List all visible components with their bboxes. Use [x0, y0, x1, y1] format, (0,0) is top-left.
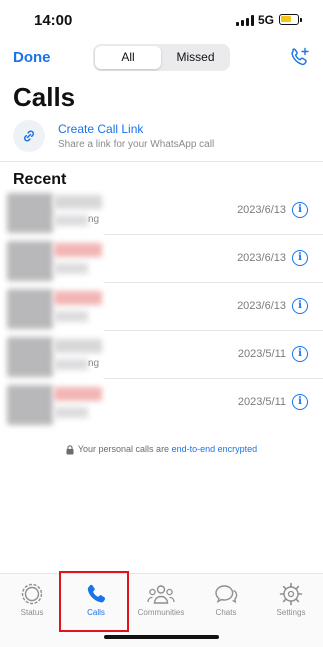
status-icon	[21, 583, 43, 605]
info-icon[interactable]: i	[292, 346, 308, 362]
call-date: 2023/6/13	[237, 204, 286, 216]
avatar	[7, 289, 53, 329]
info-icon[interactable]: i	[292, 202, 308, 218]
phone-icon	[87, 584, 106, 603]
tab-calls-label: Calls	[87, 608, 105, 617]
call-type-label: ng	[88, 214, 100, 225]
status-time: 14:00	[34, 12, 73, 29]
call-row[interactable]: 2023/6/13 i	[0, 283, 323, 331]
tab-status[interactable]: Status	[6, 582, 58, 617]
info-icon[interactable]: i	[292, 394, 308, 410]
call-row[interactable]: ng 2023/5/11 i	[0, 331, 323, 379]
encryption-note-text: Your personal calls are	[77, 444, 172, 454]
call-date: 2023/6/13	[237, 252, 286, 264]
lock-icon	[66, 444, 74, 455]
done-button[interactable]: Done	[13, 49, 51, 66]
avatar	[7, 385, 53, 425]
avatar	[7, 241, 53, 281]
divider	[0, 161, 323, 162]
encryption-note: Your personal calls are end-to-end encry…	[0, 444, 323, 455]
contact-name-redacted	[54, 291, 102, 305]
network-label: 5G	[258, 13, 275, 27]
tab-calls[interactable]: Calls	[70, 582, 122, 617]
gear-icon	[279, 582, 303, 606]
home-indicator	[104, 635, 219, 639]
call-type-label: ng	[88, 358, 100, 369]
signal-icon	[236, 15, 254, 26]
call-row[interactable]: 2023/5/11 i	[0, 379, 323, 427]
tab-settings[interactable]: Settings	[265, 582, 317, 617]
tab-all[interactable]: All	[95, 46, 161, 69]
call-filter-segmented-control: All Missed	[93, 44, 230, 71]
communities-icon	[147, 585, 175, 604]
link-icon	[13, 120, 45, 152]
avatar	[7, 337, 53, 377]
call-date: 2023/5/11	[237, 348, 286, 360]
avatar	[7, 193, 53, 233]
tab-status-label: Status	[20, 608, 44, 617]
call-row[interactable]: 2023/6/13 i	[0, 235, 323, 283]
create-call-link-subtitle: Share a link for your WhatsApp call	[58, 139, 215, 150]
contact-name-redacted	[54, 195, 102, 209]
tab-communities[interactable]: Communities	[135, 582, 187, 617]
create-call-link-row[interactable]: Create Call Link Share a link for your W…	[0, 116, 323, 160]
create-call-link-title: Create Call Link	[58, 122, 144, 136]
encryption-link[interactable]: end-to-end encrypted	[172, 444, 258, 454]
contact-name-redacted	[54, 387, 102, 401]
status-bar: 14:00 5G	[0, 0, 323, 40]
battery-icon	[279, 14, 302, 25]
call-row[interactable]: ng 2023/6/13 i	[0, 187, 323, 235]
tab-chats[interactable]: Chats	[200, 582, 252, 617]
contact-name-redacted	[54, 339, 102, 353]
info-icon[interactable]: i	[292, 250, 308, 266]
tab-settings-label: Settings	[276, 608, 306, 617]
info-icon[interactable]: i	[292, 298, 308, 314]
phone-plus-icon[interactable]	[288, 46, 312, 70]
tab-communities-label: Communities	[137, 608, 185, 617]
call-date: 2023/6/13	[237, 300, 286, 312]
call-date: 2023/5/11	[237, 396, 286, 408]
page-title: Calls	[13, 82, 76, 112]
tab-chats-label: Chats	[215, 608, 237, 617]
tab-missed[interactable]: Missed	[163, 46, 228, 69]
contact-name-redacted	[54, 243, 102, 257]
chats-icon	[215, 585, 238, 603]
